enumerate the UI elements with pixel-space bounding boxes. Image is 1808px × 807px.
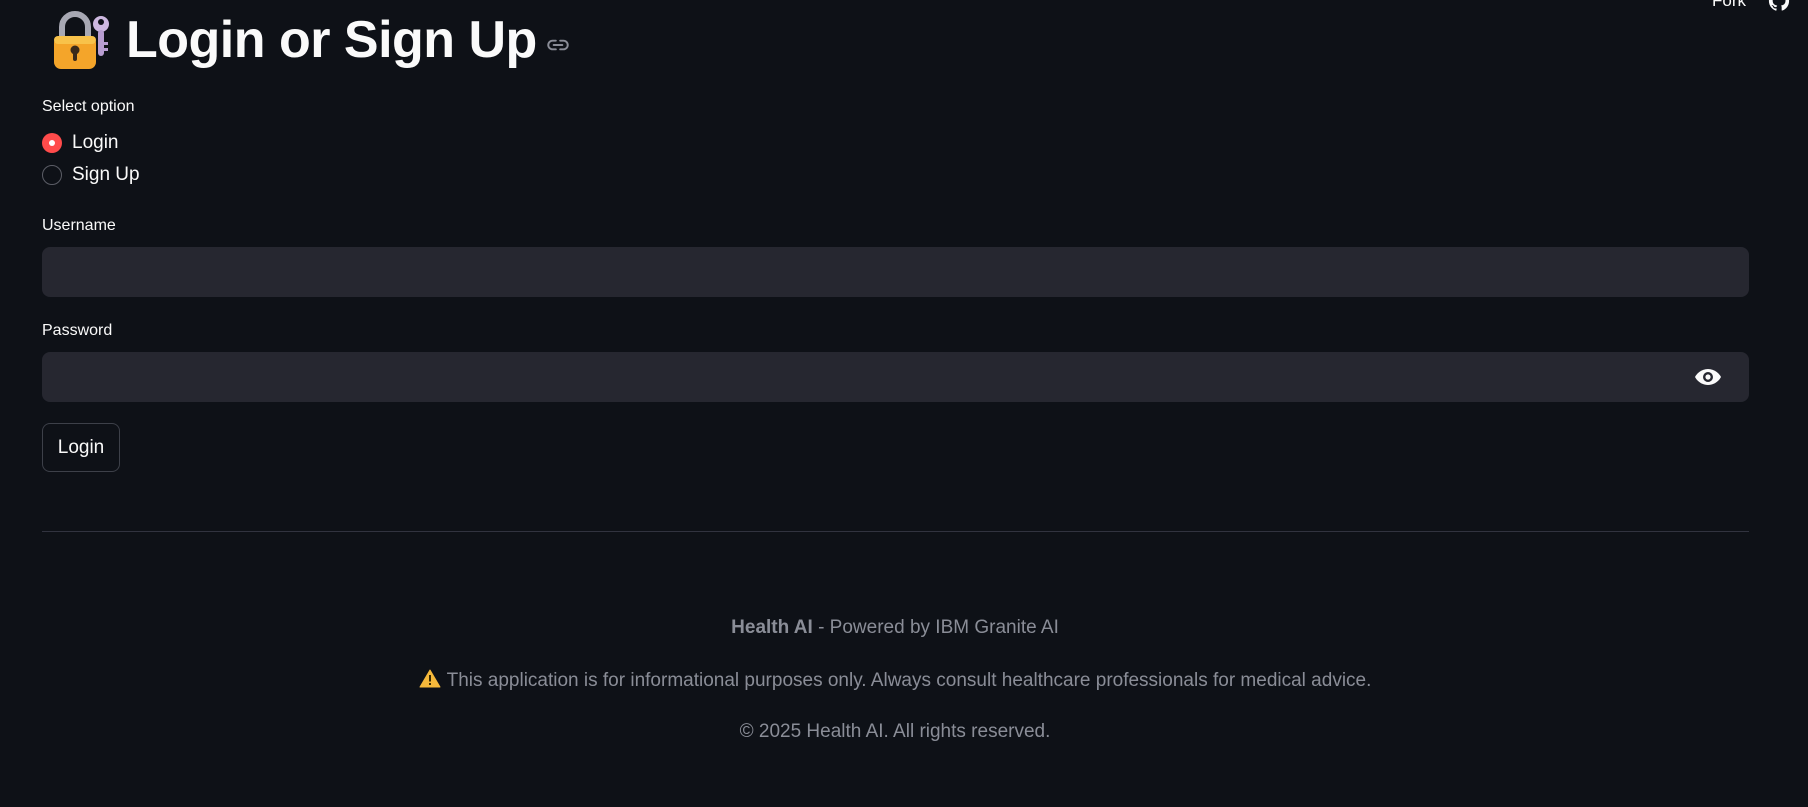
select-option-label: Select option — [42, 98, 135, 115]
app-toolbar: Fork — [1712, 0, 1790, 12]
footer-copyright: © 2025 Health AI. All rights reserved. — [739, 721, 1051, 742]
login-page: Fork Login or Sign Up Select option Logi… — [0, 0, 1808, 807]
footer-disclaimer-text: This application is for informational pu… — [446, 670, 1372, 691]
password-input[interactable] — [42, 352, 1749, 402]
page-title-row: Login or Sign Up — [48, 8, 571, 72]
username-label: Username — [42, 217, 116, 234]
radio-label-login: Login — [72, 132, 119, 153]
link-icon[interactable] — [545, 32, 571, 58]
eye-icon[interactable] — [1694, 366, 1722, 388]
footer-powered-by: Health AI - Powered by IBM Granite AI — [0, 617, 1790, 639]
page-title: Login or Sign Up — [126, 11, 537, 69]
footer-powered-text: - Powered by IBM Granite AI — [812, 617, 1059, 638]
radio-option-sign-up[interactable]: Sign Up — [42, 164, 140, 186]
footer-divider — [42, 531, 1749, 532]
username-input[interactable] — [42, 247, 1749, 297]
password-label: Password — [42, 322, 113, 339]
login-button[interactable]: Login — [42, 423, 120, 472]
warning-icon — [419, 669, 441, 688]
footer-disclaimer: This application is for informational pu… — [0, 669, 1790, 692]
fork-button[interactable]: Fork — [1712, 0, 1746, 11]
radio-label-sign-up: Sign Up — [72, 164, 140, 185]
radio-option-login[interactable]: Login — [42, 132, 119, 154]
lock-with-key-icon — [54, 11, 109, 69]
radio-unselected-indicator[interactable] — [42, 165, 62, 185]
footer-brand: Health AI — [731, 617, 813, 638]
github-icon[interactable] — [1768, 0, 1790, 12]
radio-selected-indicator[interactable] — [42, 133, 62, 153]
